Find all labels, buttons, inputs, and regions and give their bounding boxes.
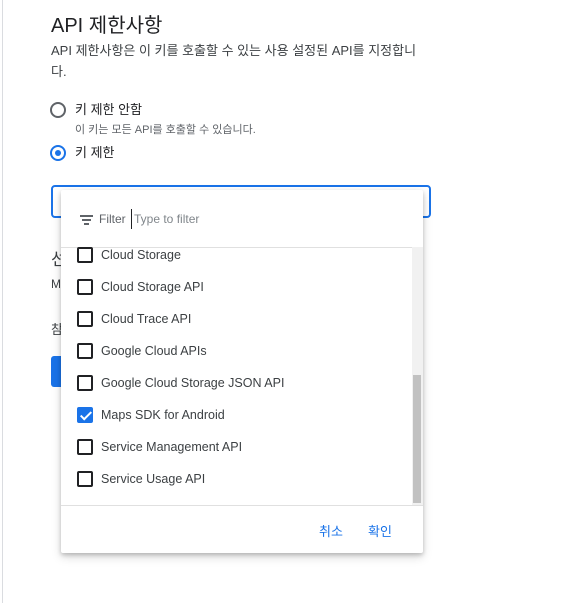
radio-sublabel: 이 키는 모든 API를 호출할 수 있습니다. <box>75 124 256 136</box>
item-label: Cloud Storage API <box>101 280 204 294</box>
dropdown-footer: 취소 확인 <box>61 505 423 554</box>
checkbox[interactable] <box>77 279 93 295</box>
scrollbar-thumb[interactable] <box>413 375 421 503</box>
radio-button[interactable] <box>50 102 66 118</box>
obscured-save-button[interactable] <box>51 356 61 387</box>
list-item[interactable]: Cloud Storage API <box>61 271 411 303</box>
filter-input[interactable] <box>131 209 314 229</box>
cancel-button[interactable]: 취소 <box>319 521 343 540</box>
section-description: API 제한사항은 이 키를 호출할 수 있는 사용 설정된 API를 지정합니… <box>51 43 417 79</box>
radio-label: 키 제한 안함 <box>75 102 143 117</box>
list-item[interactable]: Cloud Storage <box>61 247 411 271</box>
item-label: Cloud Trace API <box>101 312 192 326</box>
list-item[interactable]: Google Cloud APIs <box>61 335 411 367</box>
list-item-selected[interactable]: Maps SDK for Android <box>61 399 411 431</box>
checkbox[interactable] <box>77 343 93 359</box>
item-label: Google Cloud APIs <box>101 344 207 358</box>
checkbox[interactable] <box>77 375 93 391</box>
section-title: API 제한사항 <box>51 15 163 37</box>
checkbox[interactable] <box>77 439 93 455</box>
item-label: Service Management API <box>101 440 243 454</box>
filter-icon <box>80 215 93 225</box>
list-item[interactable]: Service Usage API <box>61 463 411 495</box>
list-item[interactable]: Google Cloud Storage JSON API <box>61 367 411 399</box>
api-list: Cloud Storage Cloud Storage API Cloud Tr… <box>61 247 423 505</box>
item-label: Cloud Storage <box>101 248 181 262</box>
item-label: Service Usage API <box>101 472 206 486</box>
radio-no-restriction[interactable]: 키 제한 안함 이 키는 모든 API를 호출할 수 있습니다. <box>50 102 256 137</box>
radio-button-selected[interactable] <box>50 145 66 161</box>
checkbox-checked[interactable] <box>77 407 93 423</box>
radio-label: 키 제한 <box>75 145 115 160</box>
list-item[interactable]: Service Management API <box>61 431 411 463</box>
left-border <box>2 0 3 603</box>
checkbox[interactable] <box>77 471 93 487</box>
api-dropdown-panel: Filter Cloud Storage Cloud Storage API C… <box>61 190 423 553</box>
item-label: Google Cloud Storage JSON API <box>101 376 285 390</box>
checkbox[interactable] <box>77 247 93 263</box>
item-label: Maps SDK for Android <box>101 408 225 422</box>
filter-label: Filter <box>99 212 126 226</box>
radio-restrict-key[interactable]: 키 제한 <box>50 145 115 161</box>
confirm-button[interactable]: 확인 <box>368 521 392 540</box>
list-item[interactable]: Cloud Trace API <box>61 303 411 335</box>
checkbox[interactable] <box>77 311 93 327</box>
obscured-text: M <box>51 277 61 291</box>
filter-bar: Filter <box>61 190 423 248</box>
